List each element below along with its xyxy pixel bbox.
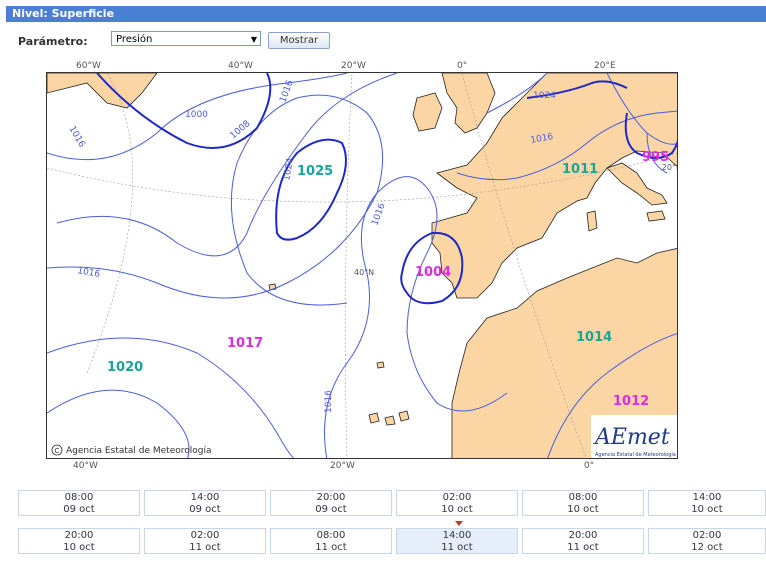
time-cell[interactable]: 02:00 10 oct — [396, 490, 518, 516]
logo-text: AEmet — [593, 425, 670, 450]
param-label: Parámetro: — [18, 35, 88, 48]
time-cell[interactable]: 08:00 11 oct — [270, 528, 392, 554]
time-cell-selected[interactable]: 14:00 11 oct — [396, 528, 518, 554]
coord-top-60w: 60°W — [76, 61, 101, 71]
time-row-1: 08:00 09 oct 14:00 09 oct 20:00 09 oct 02:0… — [18, 490, 766, 516]
time-cell[interactable]: 02:00 12 oct — [648, 528, 766, 554]
time-cell[interactable]: 20:00 09 oct — [270, 490, 392, 516]
land-sicily — [646, 210, 666, 222]
isobar-label-4: 1016 — [278, 79, 295, 104]
copyright-notice: C Agencia Estatal de Meteorología — [51, 444, 212, 456]
svg-text:C: C — [55, 447, 60, 455]
pressure-label-995: 995 — [642, 150, 669, 165]
level-title: Nivel: Superficie — [6, 6, 766, 22]
coord-bottom-40w: 40°W — [73, 461, 98, 471]
isobar-label-1: 1016 — [66, 125, 86, 150]
isobar-label-9: 1024 — [533, 91, 556, 101]
dropdown-arrow-icon: ▼ — [250, 35, 257, 44]
coord-bottom-20w: 20°W — [330, 461, 355, 471]
coord-top-20e: 20°E — [594, 61, 616, 71]
time-cell[interactable]: 20:00 10 oct — [18, 528, 140, 554]
land-masses — [47, 73, 677, 458]
time-cell[interactable]: 14:00 09 oct — [144, 490, 266, 516]
land-britain — [441, 73, 496, 134]
isobar-label-2: 1000 — [185, 110, 208, 120]
isobar-label-8: 1016 — [324, 390, 334, 413]
pressure-label-1004: 1004 — [415, 265, 451, 280]
land-italy — [606, 162, 668, 206]
coord-lat-40n: 40°N — [354, 268, 374, 277]
land-ireland — [412, 92, 443, 132]
logo-subtext: Agencia Estatal de Meteorología — [595, 451, 676, 458]
param-select[interactable]: Presión ▼ — [111, 31, 261, 46]
land-canaries-3 — [398, 410, 410, 422]
pressure-label-1017: 1017 — [227, 336, 263, 351]
pressure-label-1011: 1011 — [562, 162, 598, 177]
land-sardinia — [586, 210, 598, 232]
coord-top-0: 0° — [457, 61, 468, 71]
pressure-label-1014: 1014 — [576, 330, 612, 345]
isobar-label-5: 1024 — [282, 157, 296, 182]
time-cell[interactable]: 14:00 10 oct — [648, 490, 766, 516]
selected-time-marker-icon — [455, 521, 463, 526]
show-button[interactable]: Mostrar — [268, 32, 330, 49]
time-cell[interactable]: 08:00 10 oct — [522, 490, 644, 516]
pressure-label-1020: 1020 — [107, 360, 143, 375]
aemet-logo: AEmet Agencia Estatal de Meteorología — [591, 415, 677, 458]
time-cell[interactable]: 02:00 11 oct — [144, 528, 266, 554]
copyright-text: Agencia Estatal de Meteorología — [66, 446, 212, 456]
pressure-label-1025: 1025 — [297, 164, 333, 179]
pressure-map: 1016 1000 1008 1016 1024 1016 1016 1016 … — [46, 72, 678, 459]
land-canaries-1 — [368, 412, 380, 424]
pressure-label-1012: 1012 — [613, 394, 649, 409]
isobar-label-3: 1008 — [229, 119, 253, 142]
land-canaries-2 — [384, 415, 396, 426]
land-madeira — [376, 361, 385, 369]
isobar-label-6: 1016 — [370, 202, 387, 227]
coord-top-20w: 20°W — [341, 61, 366, 71]
param-selected-value: Presión — [116, 34, 153, 45]
coord-bottom-0: 0° — [584, 461, 595, 471]
time-row-2: 20:00 10 oct 02:00 11 oct 08:00 11 oct 14:0… — [18, 528, 766, 554]
time-cell[interactable]: 20:00 11 oct — [522, 528, 644, 554]
coord-top-40w: 40°W — [228, 61, 253, 71]
time-cell[interactable]: 08:00 09 oct — [18, 490, 140, 516]
